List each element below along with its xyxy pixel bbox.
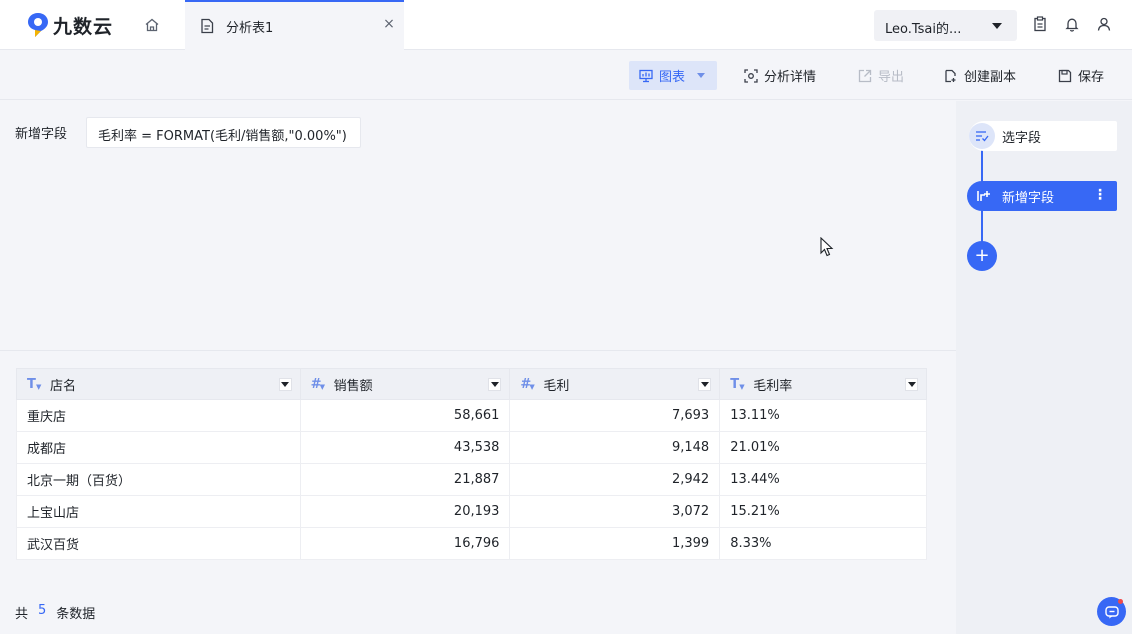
export-label: 导出 [878, 70, 905, 85]
chat-icon [1104, 605, 1119, 618]
column-header-sales[interactable]: # ▼ 销售额 [299, 368, 511, 400]
cell-store: 上宝山店 [16, 495, 301, 528]
formula-editor-panel: 新增字段 毛利率 = FORMAT(毛利/销售额,"0.00%") [0, 101, 956, 351]
create-copy-button[interactable]: 创建副本 [944, 61, 1016, 90]
chevron-down-icon[interactable] [488, 378, 502, 391]
table-row: 重庆店 58,661 7,693 13.11% [16, 399, 927, 432]
row-count-prefix: 共 [15, 607, 29, 622]
user-account-dropdown[interactable]: Leo.Tsai的... [874, 10, 1017, 41]
add-step-button[interactable]: + [967, 241, 997, 271]
chart-button[interactable]: 图表 [629, 61, 717, 90]
chevron-down-icon [992, 23, 1002, 29]
cell-sales: 20,193 [299, 495, 511, 528]
chevron-down-icon[interactable] [698, 378, 712, 391]
step-label: 新增字段 [1002, 190, 1055, 206]
select-fields-icon [976, 131, 989, 142]
notification-dot [1118, 599, 1123, 604]
data-table: T ▼ 店名 # ▼ 销售额 # ▼ 毛利 T ▼ 毛利率 重庆店 58,661… [16, 368, 927, 560]
chevron-down-icon[interactable] [278, 378, 292, 391]
data-table-panel: T ▼ 店名 # ▼ 销售额 # ▼ 毛利 T ▼ 毛利率 重庆店 58,661… [0, 352, 956, 634]
chart-label: 图表 [659, 70, 686, 85]
cell-sales: 43,538 [299, 431, 511, 464]
user-name: Leo.Tsai的... [885, 22, 962, 37]
more-icon[interactable]: ⋮ [1093, 187, 1107, 203]
chevron-down-icon [697, 73, 706, 78]
chart-icon [639, 69, 653, 82]
number-type-icon: # ▼ [520, 376, 535, 392]
new-field-icon [976, 189, 990, 203]
cell-store: 重庆店 [16, 399, 301, 432]
row-count-suffix: 条数据 [56, 607, 96, 622]
bell-icon[interactable] [1064, 16, 1080, 32]
export-icon [858, 69, 872, 82]
formula-input[interactable]: 毛利率 = FORMAT(毛利/销售额,"0.00%") [86, 117, 361, 148]
cell-gross-profit: 3,072 [509, 495, 721, 528]
cell-gross-margin: 21.01% [719, 431, 927, 464]
step-label: 选字段 [1002, 130, 1042, 146]
clipboard-icon[interactable] [1032, 16, 1048, 32]
user-icon[interactable] [1096, 16, 1112, 32]
scan-icon [744, 68, 758, 83]
cell-gross-margin: 13.11% [719, 399, 927, 432]
cell-gross-profit: 7,693 [509, 399, 721, 432]
table-row: 成都店 43,538 9,148 21.01% [16, 431, 927, 464]
column-header-store[interactable]: T ▼ 店名 [16, 368, 301, 400]
column-name: 销售额 [333, 378, 373, 394]
pipeline-step-select-fields[interactable]: 选字段 [969, 121, 1117, 151]
cell-sales: 16,796 [299, 527, 511, 560]
analysis-detail-button[interactable]: 分析详情 [744, 61, 816, 90]
cell-gross-margin: 13.44% [719, 463, 927, 496]
table-row: 武汉百货 16,796 1,399 8.33% [16, 527, 927, 560]
chevron-down-icon[interactable] [905, 378, 918, 391]
home-button[interactable] [142, 15, 162, 35]
number-type-icon: # ▼ [310, 376, 326, 392]
save-button[interactable]: 保存 [1058, 61, 1104, 90]
mouse-cursor-icon [820, 237, 834, 257]
column-name: 店名 [50, 378, 77, 394]
column-header-gross-margin[interactable]: T ▼ 毛利率 [719, 368, 927, 400]
close-icon[interactable]: × [382, 16, 396, 32]
cell-store: 武汉百货 [16, 527, 301, 560]
pipeline-step-new-field[interactable]: 新增字段 ⋮ [967, 181, 1117, 211]
row-count-value: 5 [38, 603, 47, 618]
export-button[interactable]: 导出 [858, 61, 904, 90]
analysis-detail-label: 分析详情 [764, 70, 817, 85]
copy-file-icon [945, 69, 956, 82]
app-logo[interactable]: 九数云 [27, 12, 113, 38]
cell-gross-profit: 1,399 [509, 527, 721, 560]
top-navigation-bar: 九数云 分析表1 × Leo.Tsai的... [0, 0, 1132, 50]
create-copy-label: 创建副本 [964, 70, 1017, 85]
table-row: 北京一期（百货） 21,887 2,942 13.44% [16, 463, 927, 496]
step-circle [969, 123, 995, 149]
home-icon [145, 18, 159, 32]
cell-store: 成都店 [16, 431, 301, 464]
column-name: 毛利率 [753, 378, 793, 394]
cell-gross-margin: 15.21% [719, 495, 927, 528]
tab-analysis-sheet[interactable]: 分析表1 × [185, 0, 404, 50]
save-icon [1058, 69, 1072, 82]
tab-label: 分析表1 [226, 21, 274, 36]
logo-text: 九数云 [53, 15, 114, 38]
row-count: 共 5 条数据 [15, 603, 95, 622]
table-header-row: T ▼ 店名 # ▼ 销售额 # ▼ 毛利 T ▼ 毛利率 [16, 368, 927, 400]
cell-sales: 21,887 [299, 463, 511, 496]
text-type-icon: T ▼ [730, 376, 745, 392]
logo-mark-icon [28, 13, 48, 37]
column-header-gross-profit[interactable]: # ▼ 毛利 [509, 368, 721, 400]
new-field-label: 新增字段 [15, 127, 68, 142]
cell-sales: 58,661 [299, 399, 511, 432]
save-label: 保存 [1078, 70, 1105, 85]
column-name: 毛利 [543, 378, 570, 394]
table-row: 上宝山店 20,193 3,072 15.21% [16, 495, 927, 528]
text-type-icon: T ▼ [27, 376, 42, 392]
cell-gross-profit: 9,148 [509, 431, 721, 464]
cell-gross-profit: 2,942 [509, 463, 721, 496]
toolbar: 图表 分析详情 导出 创建副本 保存 [0, 50, 1132, 100]
cell-gross-margin: 8.33% [719, 527, 927, 560]
document-icon [201, 18, 214, 34]
cell-store: 北京一期（百货） [16, 463, 301, 496]
